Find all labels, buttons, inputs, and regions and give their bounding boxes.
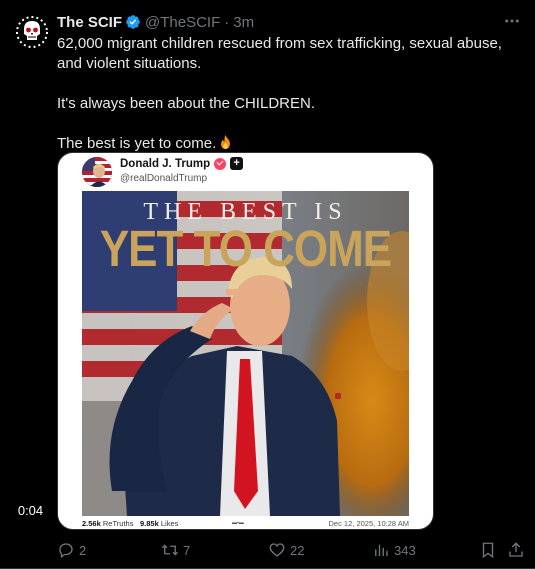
embed-stats: 2.56k ReTruths 9.85k Likes ▬▪▬ Dec 12, 2…	[82, 519, 409, 529]
like-count: 22	[290, 542, 305, 558]
embed-date: Dec 12, 2025, 10:28 AM	[328, 519, 409, 528]
embed-author-handle: @realDonaldTrump	[120, 173, 208, 184]
share-icon	[509, 542, 523, 557]
reply-icon	[59, 543, 73, 559]
tweet-text-line-3: The best is yet to come.	[57, 134, 523, 154]
bookmark-icon	[482, 542, 494, 559]
embed-retruths-label: ReTruths	[102, 519, 134, 528]
fire-emoji-icon	[221, 134, 231, 150]
author-avatar[interactable]	[12, 12, 52, 52]
embed-verified-icon	[214, 157, 227, 170]
reply-count: 2	[79, 542, 87, 558]
tweet-timestamp[interactable]: 3m	[233, 14, 254, 31]
embed-retruths-count: 2.56k	[82, 519, 101, 528]
heart-icon	[269, 543, 285, 557]
verified-badge-icon	[126, 15, 140, 29]
bookmark-button[interactable]	[479, 540, 497, 560]
views-count: 343	[394, 542, 416, 558]
share-button[interactable]	[507, 540, 525, 560]
more-options-icon[interactable]	[503, 12, 521, 30]
embedded-media-card[interactable]: Donald J. Trump + @realDonaldTrump THE B…	[57, 152, 434, 530]
tweet-actions: 2 7 22 343	[57, 540, 527, 560]
tweet-text-line-3-text: The best is yet to come.	[57, 135, 217, 152]
photo-headline-bottom: YET TO COME	[99, 221, 392, 278]
embed-author-name: Donald J. Trump +	[120, 157, 244, 170]
embed-likes: 9.85k Likes	[140, 519, 178, 528]
repost-icon	[162, 544, 178, 556]
tweet-header: The SCIF @TheSCIF · 3m	[57, 13, 254, 31]
embed-likes-count: 9.85k	[140, 519, 159, 528]
embed-author-name-text: Donald J. Trump	[120, 157, 211, 170]
views-button[interactable]: 343	[372, 540, 416, 560]
tweet[interactable]: The SCIF @TheSCIF · 3m 62,000 migrant ch…	[0, 0, 535, 569]
embed-likes-label: Likes	[160, 519, 179, 528]
embed-plus-icon: +	[230, 157, 244, 170]
embed-watermark-logo: ▬▪▬	[232, 520, 244, 526]
embed-retruths: 2.56k ReTruths	[82, 519, 133, 528]
reply-button[interactable]: 2	[57, 540, 86, 560]
tweet-text-line-1: 62,000 migrant children rescued from sex…	[57, 35, 502, 72]
embed-avatar	[82, 157, 112, 187]
tweet-text-line-2: It's always been about the CHILDREN.	[57, 95, 315, 112]
author-handle[interactable]: @TheSCIF	[145, 14, 220, 31]
repost-count: 7	[183, 542, 191, 558]
embed-photo[interactable]: THE BEST IS YET TO COME	[82, 191, 409, 516]
author-display-name[interactable]: The SCIF	[57, 14, 122, 31]
separator-dot: ·	[224, 13, 230, 31]
like-button[interactable]: 22	[268, 540, 304, 560]
video-duration-badge: 0:04	[11, 501, 50, 520]
views-chart-icon	[375, 544, 388, 556]
repost-button[interactable]: 7	[161, 540, 190, 560]
